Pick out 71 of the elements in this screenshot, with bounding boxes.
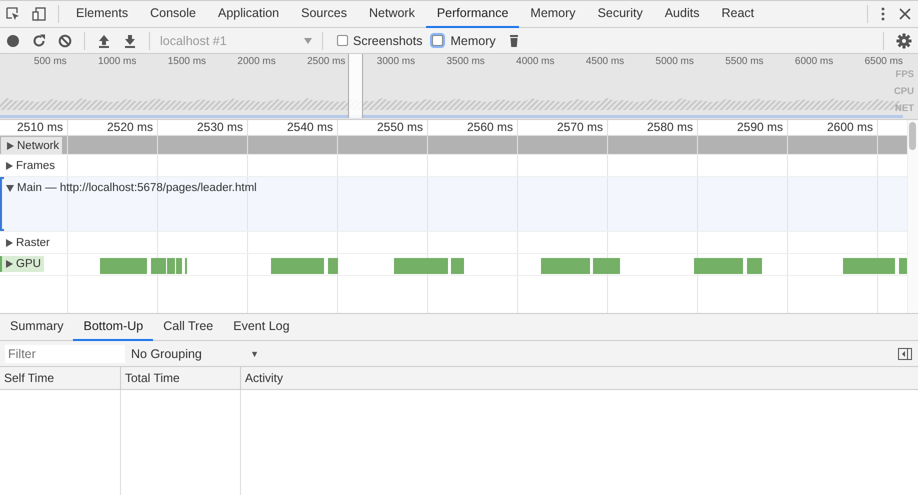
collapsed-triangle-icon xyxy=(6,260,13,268)
overview-tick-label: 4000 ms xyxy=(515,55,556,69)
checkbox-label: Memory xyxy=(450,34,496,48)
panel-tab[interactable]: Application xyxy=(206,0,290,28)
caret-icon xyxy=(304,38,312,44)
overview-tick-label: 6000 ms xyxy=(794,55,834,69)
close-icon[interactable] xyxy=(898,7,912,21)
track-header[interactable]: Frames xyxy=(0,155,58,177)
ruler-label: 2540 ms xyxy=(248,120,338,135)
ruler-label: 2510 ms xyxy=(0,120,68,135)
ruler-label: 2600 ms xyxy=(788,120,878,135)
selection-bracket xyxy=(0,177,4,231)
details-tab[interactable]: Summary xyxy=(0,314,74,340)
overview-tick-label: 500 ms xyxy=(32,55,68,69)
details-tab[interactable]: Call Tree xyxy=(153,314,224,340)
lane-label: NET xyxy=(895,103,914,114)
overview-tick-label: 1000 ms xyxy=(97,55,138,69)
details-tab[interactable]: Event Log xyxy=(223,314,300,340)
track-header[interactable]: Raster xyxy=(0,232,53,254)
device-icon[interactable] xyxy=(32,7,46,21)
checkbox-label: Screenshots xyxy=(353,34,422,48)
track-header[interactable]: Network xyxy=(1,137,62,154)
lane-label: FPS xyxy=(896,69,914,80)
panel-tab[interactable]: Elements xyxy=(65,0,140,28)
download-icon[interactable] xyxy=(123,34,137,48)
reload-icon[interactable] xyxy=(32,34,46,48)
collapsed-triangle-icon xyxy=(6,239,13,247)
upload-icon[interactable] xyxy=(97,34,111,48)
panel-tab[interactable]: React xyxy=(710,0,766,28)
overview-tick-label: 1500 ms xyxy=(166,55,208,69)
overview-tick-label: 5000 ms xyxy=(654,55,695,69)
expanded-triangle-icon xyxy=(6,184,14,192)
scrollbar-thumb[interactable] xyxy=(909,122,916,150)
ruler-label: 2590 ms xyxy=(698,120,788,135)
settings-icon[interactable] xyxy=(896,32,912,48)
panel-tab[interactable]: Sources xyxy=(290,0,358,28)
ruler-label: 2560 ms xyxy=(428,120,518,135)
overview-tick-label: 2500 ms xyxy=(306,55,346,69)
track-header[interactable]: Main — http://localhost:5678/pages/leader.html xyxy=(0,177,260,199)
ruler-label: 2580 ms xyxy=(608,120,698,135)
ruler-label: 2570 ms xyxy=(518,120,608,135)
overview-tick-label: 4500 ms xyxy=(584,55,626,69)
collapsed-triangle-icon xyxy=(6,162,13,170)
column-header[interactable]: Total Time xyxy=(121,367,241,389)
checkbox[interactable] xyxy=(337,35,348,46)
panel-tab[interactable]: Console xyxy=(139,0,207,28)
filter-field[interactable]: Filter xyxy=(5,344,125,362)
trash-icon[interactable] xyxy=(508,34,520,48)
column-header[interactable]: Activity xyxy=(241,367,918,389)
more-menu-icon[interactable] xyxy=(880,7,886,21)
overview-tick-label: 3000 ms xyxy=(376,55,416,69)
inspect-icon[interactable] xyxy=(6,7,20,21)
panel-tab[interactable]: Memory xyxy=(519,0,587,28)
overview-tick-label: 2000 ms xyxy=(236,55,277,69)
overview-tick-label: 3500 ms xyxy=(445,55,486,69)
clear-icon[interactable] xyxy=(58,34,72,48)
sidebar-toggle-icon[interactable] xyxy=(898,348,912,360)
lane-label: CPU xyxy=(894,86,914,97)
ruler-label: 2550 ms xyxy=(338,120,428,135)
column-header[interactable]: Self Time xyxy=(0,367,121,389)
panel-tab[interactable]: Audits xyxy=(654,0,710,28)
record-icon[interactable] xyxy=(6,34,20,48)
ruler-label: 2520 ms xyxy=(68,120,158,135)
ruler-label: 2530 ms xyxy=(158,120,248,135)
grouping-dropdown[interactable]: No Grouping ▼ xyxy=(131,346,263,360)
overview-tick-label: 6500 ms xyxy=(864,55,904,69)
panel-tab[interactable]: Security xyxy=(586,0,654,28)
track-header[interactable]: GPU xyxy=(0,256,44,272)
overview-tick-label: 5500 ms xyxy=(724,55,765,69)
panel-tab[interactable]: Network xyxy=(358,0,426,28)
collapsed-triangle-icon xyxy=(7,142,14,150)
